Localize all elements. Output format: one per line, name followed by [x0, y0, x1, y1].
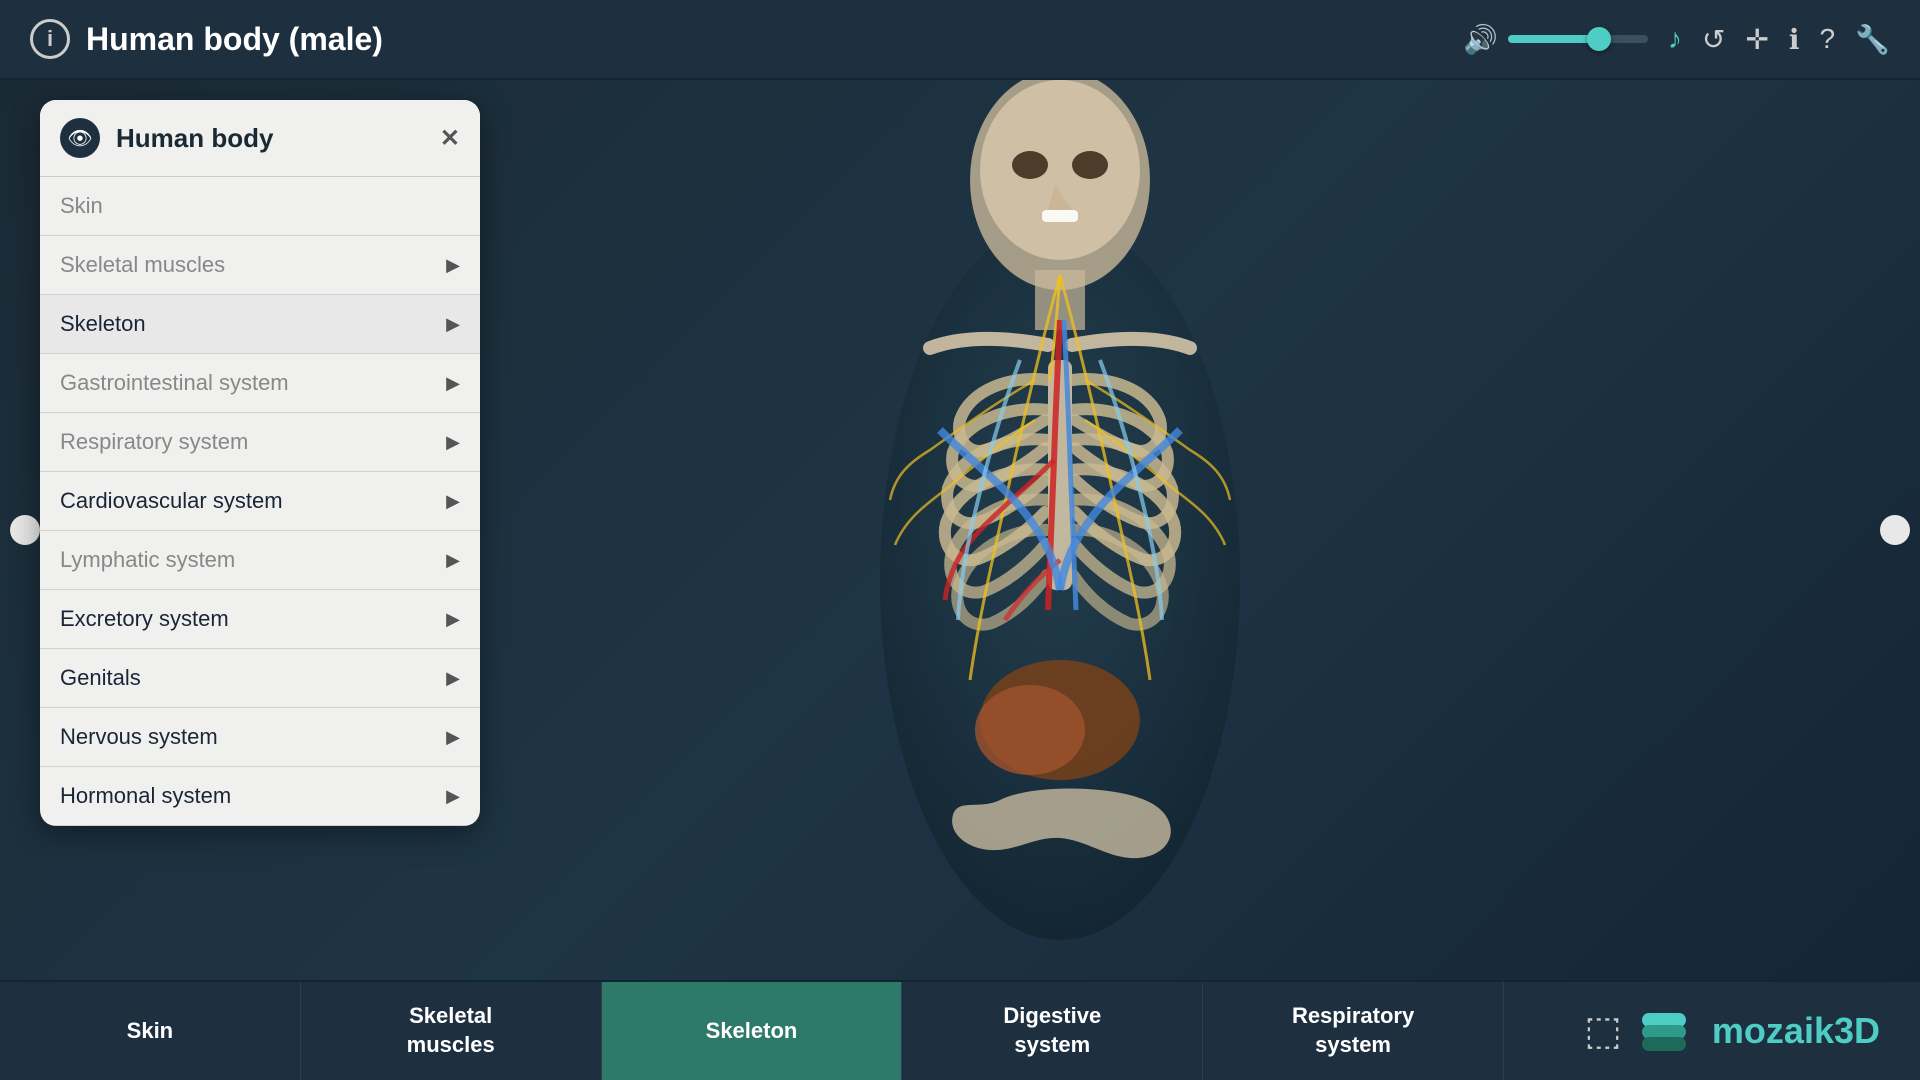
reset-icon[interactable]: ↺ — [1702, 23, 1725, 56]
menu-item-arrow: ▶ — [446, 786, 460, 807]
tab-item[interactable]: Skeletalmuscles — [301, 982, 602, 1080]
menu-item[interactable]: Skeletal muscles ▶ — [40, 236, 480, 295]
menu-item-label: Lymphatic system — [60, 547, 235, 573]
menu-item-label: Skeletal muscles — [60, 252, 225, 278]
menu-header: 👁 Human body ✕ — [40, 100, 480, 177]
tab-item[interactable]: Skeleton — [602, 982, 903, 1080]
brand-name-plain: mozaik — [1712, 1010, 1834, 1051]
menu-item-label: Nervous system — [60, 724, 218, 750]
menu-item[interactable]: Gastrointestinal system ▶ — [40, 354, 480, 413]
menu-item[interactable]: Excretory system ▶ — [40, 590, 480, 649]
menu-item-label: Genitals — [60, 665, 141, 691]
tabs-container: Skin Skeletalmuscles Skeleton Digestivesyst… — [0, 982, 1504, 1080]
menu-item-label: Hormonal system — [60, 783, 231, 809]
app-title: Human body (male) — [86, 21, 383, 58]
move-icon[interactable]: ✛ — [1745, 23, 1768, 56]
menu-item-label: Respiratory system — [60, 429, 248, 455]
volume-control: 🔊 — [1463, 23, 1648, 56]
menu-item[interactable]: Genitals ▶ — [40, 649, 480, 708]
tab-item[interactable]: Skin — [0, 982, 301, 1080]
menu-item[interactable]: Cardiovascular system ▶ — [40, 472, 480, 531]
brand-name-accent: 3D — [1834, 1010, 1880, 1051]
menu-item[interactable]: Skeleton ▶ — [40, 295, 480, 354]
stack-layer-3 — [1642, 1037, 1686, 1051]
menu-item[interactable]: Skin — [40, 177, 480, 236]
tab-item[interactable]: Respiratorysystem — [1203, 982, 1504, 1080]
menu-item-arrow: ▶ — [446, 373, 460, 394]
menu-item[interactable]: Hormonal system ▶ — [40, 767, 480, 826]
menu-item-arrow: ▶ — [446, 432, 460, 453]
menu-item-arrow: ▶ — [446, 609, 460, 630]
vr-icon[interactable]: ⬚ — [1584, 1008, 1622, 1054]
menu-item-label: Cardiovascular system — [60, 488, 283, 514]
tab-label: Skin — [127, 1017, 173, 1046]
left-nav-dot[interactable] — [10, 515, 40, 545]
menu-item-arrow: ▶ — [446, 668, 460, 689]
menu-item[interactable]: Nervous system ▶ — [40, 708, 480, 767]
menu-item-arrow: ▶ — [446, 491, 460, 512]
tab-label: Digestivesystem — [1003, 1002, 1101, 1059]
volume-fill — [1508, 35, 1599, 43]
right-nav-dot[interactable] — [1880, 515, 1910, 545]
volume-slider[interactable] — [1508, 35, 1648, 43]
tab-label: Skeletalmuscles — [407, 1002, 495, 1059]
menu-item-arrow: ▶ — [446, 727, 460, 748]
music-icon[interactable]: ♪ — [1668, 23, 1682, 55]
bottom-tab-bar: Skin Skeletalmuscles Skeleton Digestivesyst… — [0, 980, 1920, 1080]
menu-item[interactable]: Respiratory system ▶ — [40, 413, 480, 472]
help-icon[interactable]: ? — [1820, 23, 1836, 55]
menu-panel: 👁 Human body ✕ SkinSkeletal muscles▶Skel… — [40, 100, 480, 826]
title-icon: i — [30, 19, 70, 59]
tab-label: Skeleton — [706, 1017, 798, 1046]
tab-item[interactable]: Digestivesystem — [902, 982, 1203, 1080]
tab-label: Respiratorysystem — [1292, 1002, 1414, 1059]
menu-item-label: Skin — [60, 193, 103, 219]
brand-area: ⬚ mozaik3D — [1504, 982, 1920, 1080]
info-icon[interactable]: ℹ — [1789, 23, 1800, 56]
menu-item-label: Excretory system — [60, 606, 229, 632]
menu-title: Human body — [116, 123, 424, 154]
brand-name: mozaik3D — [1712, 1010, 1880, 1052]
menu-close-button[interactable]: ✕ — [440, 124, 460, 153]
menu-item-arrow: ▶ — [446, 314, 460, 335]
menu-item-arrow: ▶ — [446, 550, 460, 571]
main-area: 👁 Human body ✕ SkinSkeletal muscles▶Skel… — [0, 80, 1920, 980]
volume-knob[interactable] — [1587, 27, 1611, 51]
menu-item-label: Gastrointestinal system — [60, 370, 289, 396]
menu-item[interactable]: Lymphatic system ▶ — [40, 531, 480, 590]
header-left: i Human body (male) — [30, 19, 383, 59]
settings-icon[interactable]: 🔧 — [1855, 23, 1890, 56]
app-header: i Human body (male) 🔊 ♪ ↺ ✛ ℹ ? 🔧 — [0, 0, 1920, 80]
eye-icon: 👁 — [60, 118, 100, 158]
stack-logo — [1642, 1013, 1692, 1049]
menu-item-label: Skeleton — [60, 311, 146, 337]
header-right: 🔊 ♪ ↺ ✛ ℹ ? 🔧 — [1463, 23, 1890, 56]
volume-icon[interactable]: 🔊 — [1463, 23, 1498, 56]
menu-item-arrow: ▶ — [446, 255, 460, 276]
menu-items-list: SkinSkeletal muscles▶Skeleton▶Gastrointe… — [40, 177, 480, 826]
